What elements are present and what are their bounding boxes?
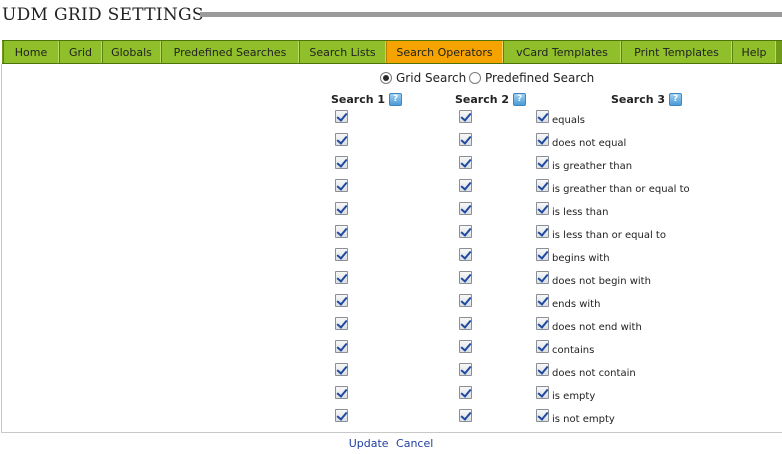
- checkbox-search3-is-less-than[interactable]: [536, 202, 549, 215]
- checkbox-search1-does-not-begin-with[interactable]: [335, 271, 348, 284]
- operator-label: does not contain: [552, 368, 636, 379]
- checkbox-search3-is-empty[interactable]: [536, 386, 549, 399]
- column-header-label: Search 2: [455, 92, 510, 106]
- checkbox-search2-is-not-empty[interactable]: [459, 409, 472, 422]
- column-header-label: Search 1: [331, 92, 386, 106]
- operator-label: does not begin with: [552, 276, 651, 287]
- help-icon[interactable]: ?: [389, 92, 403, 106]
- operator-label: is greather than: [552, 161, 633, 172]
- checkbox-search2-does-not-equal[interactable]: [459, 133, 472, 146]
- checkbox-search2-does-not-contain[interactable]: [459, 363, 472, 376]
- grid-search-label: Grid Search: [396, 71, 467, 85]
- help-icon[interactable]: ?: [513, 92, 527, 106]
- checkbox-search2-does-not-begin-with[interactable]: [459, 271, 472, 284]
- content-frame-bottom-border: [1, 432, 782, 433]
- page-title: UDM GRID SETTINGS: [2, 5, 204, 25]
- checkbox-search3-is-not-empty[interactable]: [536, 409, 549, 422]
- operator-label: equals: [552, 115, 585, 126]
- tab-grid[interactable]: Grid: [59, 41, 102, 63]
- tab-globals[interactable]: Globals: [102, 41, 161, 63]
- grid-search-option[interactable]: Grid Search: [380, 71, 466, 85]
- predefined-search-option[interactable]: Predefined Search: [469, 71, 594, 85]
- checkbox-search1-is-less-than-or-equal-to[interactable]: [335, 225, 348, 238]
- checkbox-search1-ends-with[interactable]: [335, 294, 348, 307]
- form-actions: Update Cancel: [0, 437, 782, 450]
- help-icon[interactable]: ?: [669, 92, 683, 106]
- operator-label: is less than or equal to: [552, 230, 666, 241]
- tab-vcard-templates[interactable]: vCard Templates: [503, 41, 621, 63]
- tab-print-templates[interactable]: Print Templates: [621, 41, 732, 63]
- checkbox-search3-does-not-end-with[interactable]: [536, 317, 549, 330]
- checkbox-search3-does-not-contain[interactable]: [536, 363, 549, 376]
- checkbox-search3-ends-with[interactable]: [536, 294, 549, 307]
- checkbox-search1-is-empty[interactable]: [335, 386, 348, 399]
- tab-search-lists[interactable]: Search Lists: [299, 41, 386, 63]
- checkbox-search3-contains[interactable]: [536, 340, 549, 353]
- checkbox-search1-does-not-end-with[interactable]: [335, 317, 348, 330]
- checkbox-search1-begins-with[interactable]: [335, 248, 348, 261]
- checkbox-search2-is-less-than[interactable]: [459, 202, 472, 215]
- tab-home[interactable]: Home: [3, 41, 59, 63]
- checkbox-search3-does-not-equal[interactable]: [536, 133, 549, 146]
- grid-search-radio[interactable]: [380, 72, 392, 84]
- checkbox-search2-begins-with[interactable]: [459, 248, 472, 261]
- checkbox-search3-is-greather-than[interactable]: [536, 156, 549, 169]
- operator-label: does not equal: [552, 138, 627, 149]
- checkbox-search3-equals[interactable]: [536, 110, 549, 123]
- predefined-search-radio[interactable]: [469, 72, 481, 84]
- checkbox-search3-is-greather-than-or-equal-to[interactable]: [536, 179, 549, 192]
- update-link[interactable]: Update: [349, 437, 389, 450]
- checkbox-search3-is-less-than-or-equal-to[interactable]: [536, 225, 549, 238]
- predefined-search-label: Predefined Search: [485, 71, 595, 85]
- operator-label: ends with: [552, 299, 601, 310]
- checkbox-search1-is-less-than[interactable]: [335, 202, 348, 215]
- column-header-search-1: Search 1 ?: [331, 92, 403, 106]
- column-header-search-2: Search 2 ?: [455, 92, 527, 106]
- content-frame-left-border: [1, 64, 2, 432]
- operator-label: begins with: [552, 253, 610, 264]
- checkbox-search2-equals[interactable]: [459, 110, 472, 123]
- checkbox-search2-is-greather-than[interactable]: [459, 156, 472, 169]
- checkbox-search2-ends-with[interactable]: [459, 294, 472, 307]
- tab-search-operators[interactable]: Search Operators: [386, 41, 503, 63]
- operator-label: is empty: [552, 391, 596, 402]
- checkbox-search2-is-empty[interactable]: [459, 386, 472, 399]
- column-header-label: Search 3: [611, 92, 666, 106]
- operator-label: does not end with: [552, 322, 642, 333]
- checkbox-search1-is-greather-than-or-equal-to[interactable]: [335, 179, 348, 192]
- checkbox-search1-contains[interactable]: [335, 340, 348, 353]
- operator-label: contains: [552, 345, 595, 356]
- operator-label: is greather than or equal to: [552, 184, 690, 195]
- main-nav: Home Grid Globals Predefined Searches Search…: [2, 40, 782, 64]
- checkbox-search3-begins-with[interactable]: [536, 248, 549, 261]
- checkbox-search2-contains[interactable]: [459, 340, 472, 353]
- cancel-link[interactable]: Cancel: [396, 437, 433, 450]
- column-header-search-3: Search 3 ?: [611, 92, 683, 106]
- checkbox-search2-does-not-end-with[interactable]: [459, 317, 472, 330]
- title-divider: [200, 12, 782, 17]
- checkbox-search1-is-not-empty[interactable]: [335, 409, 348, 422]
- checkbox-search1-does-not-contain[interactable]: [335, 363, 348, 376]
- title-bar: UDM GRID SETTINGS: [0, 0, 782, 34]
- checkbox-search2-is-less-than-or-equal-to[interactable]: [459, 225, 472, 238]
- operator-label: is not empty: [552, 414, 615, 425]
- tab-help[interactable]: Help: [732, 41, 776, 63]
- checkbox-search3-does-not-begin-with[interactable]: [536, 271, 549, 284]
- checkbox-search1-does-not-equal[interactable]: [335, 133, 348, 146]
- checkbox-search1-equals[interactable]: [335, 110, 348, 123]
- checkbox-search1-is-greather-than[interactable]: [335, 156, 348, 169]
- operator-label: is less than: [552, 207, 609, 218]
- tab-predefined-searches[interactable]: Predefined Searches: [161, 41, 299, 63]
- checkbox-search2-is-greather-than-or-equal-to[interactable]: [459, 179, 472, 192]
